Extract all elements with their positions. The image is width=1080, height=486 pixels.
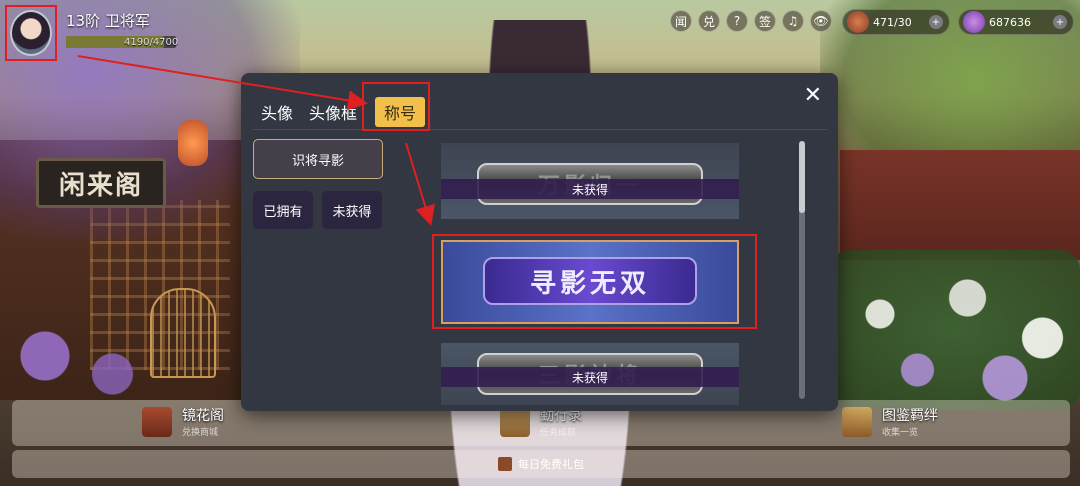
bottom-item-tujian[interactable]: 图鉴羁绊 收集一览 [842,405,938,438]
filter-owned-button[interactable]: 已拥有 [253,191,313,229]
exchange-icon[interactable]: 兑 [698,10,720,32]
pavilion-icon [142,406,172,437]
help-icon[interactable]: ? [726,10,748,32]
locked-status: 未获得 [441,367,739,387]
tab-avatar-frame[interactable]: 头像框 [309,97,357,127]
exp-text: 4190/4700 [124,37,179,48]
money-bag-icon [847,11,869,33]
eye-icon[interactable]: 👁 [810,10,832,32]
title-selection-modal: 头像 头像框 称号 ✕ 识将寻影 已拥有 未获得 万影归一 未获得 寻影无双 三… [241,73,838,411]
tab-title[interactable]: 称号 [375,97,426,127]
currency-gems-value: 687636 [989,15,1031,29]
daily-gift-bar[interactable]: 每日免费礼包 [12,450,1070,478]
avatar-highlight[interactable] [5,5,57,61]
close-icon[interactable]: ✕ [804,83,822,108]
locked-status: 未获得 [441,179,739,199]
title-card[interactable]: 三影神将 未获得 [441,343,739,405]
player-rank-title: 13阶 卫将军 [66,12,150,30]
filter-category-button[interactable]: 识将寻影 [253,139,383,179]
avatar[interactable] [10,10,52,56]
bottom-item-subtitle: 收集一览 [882,428,919,438]
scrollbar-thumb[interactable] [799,141,805,213]
currency-money-value: 471/30 [873,15,912,29]
bottom-item-subtitle: 任务成就 [540,428,577,438]
currency-money[interactable]: 471/30 + [842,9,950,35]
tab-divider [253,129,827,130]
title-plate: 寻影无双 [483,257,697,305]
plus-icon[interactable]: + [929,15,943,29]
title-card[interactable]: 万影归一 未获得 [441,143,739,219]
bottom-item-title: 图鉴羁绊 [882,408,938,424]
book-icon [842,406,872,437]
scrollbar[interactable] [799,141,805,399]
birdcage [150,288,216,378]
signin-icon[interactable]: 签 [754,10,776,32]
flowers-left [0,320,150,410]
title-list[interactable]: 万影归一 未获得 寻影无双 三影神将 未获得 [441,143,739,405]
flowers-right [830,250,1080,410]
scroll-icon [500,406,530,437]
title-card-selected[interactable]: 寻影无双 [441,240,739,324]
red-wall [840,150,1080,260]
gift-box-icon [498,457,512,471]
filter-not-obtained-button[interactable]: 未获得 [322,191,382,229]
plus-icon[interactable]: + [1053,15,1067,29]
daily-gift-label: 每日免费礼包 [518,458,584,471]
hud-icon-row: 闻 兑 ? 签 ♫ 👁 [670,10,832,32]
pavilion-sign: 闲来阁 [36,158,166,208]
music-icon[interactable]: ♫ [782,10,804,32]
lantern [178,120,208,166]
bottom-item-subtitle: 兑换商城 [182,428,219,438]
bottom-item-jinghuage[interactable]: 镜花阁 兑换商城 [142,405,224,438]
tab-avatar[interactable]: 头像 [261,97,293,127]
bottom-item-title: 镜花阁 [182,408,224,424]
purple-bag-icon [963,11,985,33]
currency-gems[interactable]: 687636 + [958,9,1074,35]
modal-tabs: 头像 头像框 称号 [261,97,426,127]
news-icon[interactable]: 闻 [670,10,692,32]
